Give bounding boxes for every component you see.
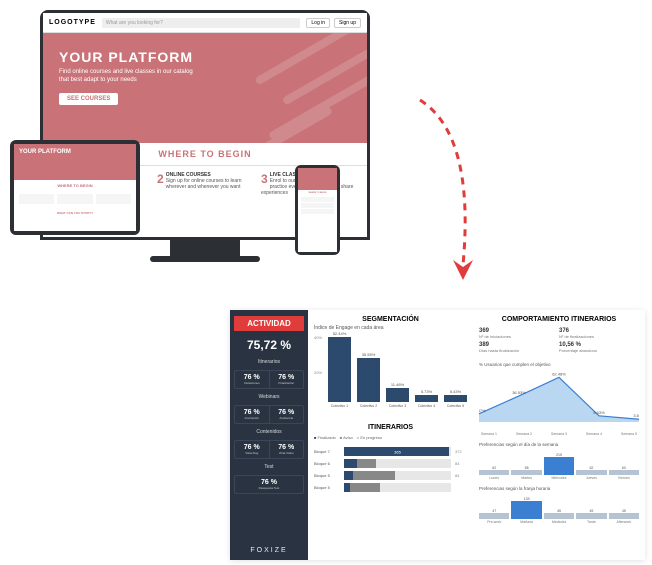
segmentacion-chart: 40% 20% 52.44%Colectivo 135.55%Colectivo… xyxy=(314,335,467,420)
tablet-frame: YOUR PLATFORM WHERE TO BEGIN WHAT CAN YO… xyxy=(10,140,140,235)
sec-test: 76 %Respuesta Test xyxy=(234,475,304,494)
mid-column: SEGMENTACIÓN Índice de Engage en cada ár… xyxy=(308,310,473,560)
sec-test-label: Test xyxy=(234,462,304,472)
dashboard: ACTIVIDAD 75,72 % Itinerarios 76 %Inicia… xyxy=(230,310,645,560)
seg-axis-40: 40% xyxy=(314,335,322,340)
sec-webinars-label: Webinars xyxy=(234,392,304,402)
signup-button[interactable]: Sign up xyxy=(334,18,361,28)
comport-title: COMPORTAMIENTO ITINERARIOS xyxy=(479,314,639,325)
search-input[interactable]: What are you looking for? xyxy=(102,18,301,28)
pref-dia-title: Preferencias según el día de la semana xyxy=(479,442,639,447)
actividad-main-pct: 75,72 % xyxy=(234,334,304,354)
pref-hora-title: Preferencias según la franja horaria xyxy=(479,486,639,491)
svg-text:11.47%: 11.47% xyxy=(479,408,486,413)
svg-text:36.53%: 36.53% xyxy=(512,390,526,395)
brand-foxize: FOXIZE xyxy=(234,541,304,554)
hero-title: YOUR PLATFORM xyxy=(59,49,351,65)
itinerarios-legend: Finalizado Aviso En progreso xyxy=(314,433,467,442)
segmentacion-title: SEGMENTACIÓN xyxy=(314,314,467,325)
itinerarios-title: ITINERARIOS xyxy=(314,422,467,433)
device-mockups: LOGOTYPE What are you looking for? Log i… xyxy=(10,10,410,300)
line-title: % Usuarios que cumplen el objetivo xyxy=(479,362,639,367)
metrics: 369Nº de Iniciaciones 376Nº de finalizac… xyxy=(479,328,639,356)
hero: YOUR PLATFORM Find online courses and li… xyxy=(43,33,367,143)
search-placeholder: What are you looking for? xyxy=(106,20,163,26)
see-courses-button[interactable]: SEE COURSES xyxy=(59,93,118,105)
sec-contenidos: 76 %Vista blog 76 %Vista Video xyxy=(234,440,304,459)
sec-itinerarios-label: Itinerarios xyxy=(234,357,304,367)
actividad-header: ACTIVIDAD xyxy=(234,316,304,331)
right-column: COMPORTAMIENTO ITINERARIOS 369Nº de Inic… xyxy=(473,310,645,560)
step-2: 2ONLINE COURSESSign up for online course… xyxy=(157,172,253,196)
svg-text:3.87%: 3.87% xyxy=(633,413,639,418)
arrow-icon xyxy=(415,95,485,295)
pref-hora-chart: 47Pre-work139Mañana45Mediodía45Tarde45Af… xyxy=(479,496,639,524)
monitor-stand xyxy=(170,240,240,258)
topbar: LOGOTYPE What are you looking for? Log i… xyxy=(43,13,367,33)
svg-text:8.63%: 8.63% xyxy=(593,410,605,415)
sec-contenidos-label: Contenidos xyxy=(234,427,304,437)
sec-itinerarios: 76 %Iniciaciones 76 %Finalización xyxy=(234,370,304,389)
itinerarios-chart: Bloque 7365372Bloque 684Bloque 584Bloque… xyxy=(314,444,467,495)
tablet-hero-title: YOUR PLATFORM xyxy=(19,149,131,155)
tablet-begin: WHERE TO BEGIN xyxy=(14,180,136,191)
phone-begin: WHERE TO BEGIN xyxy=(298,190,337,196)
line-chart: 11.47% 36.53% 62.48% 8.63% 3.87% xyxy=(479,372,639,427)
svg-text:62.48%: 62.48% xyxy=(552,372,566,376)
logo: LOGOTYPE xyxy=(49,19,96,26)
sec-webinars: 76 %Inscripción 76 %Asistencia xyxy=(234,405,304,424)
phone-frame: WHERE TO BEGIN xyxy=(295,165,340,255)
tablet-what: WHAT CAN YOU STUDY? xyxy=(14,207,136,215)
hero-subtitle: Find online courses and live classes in … xyxy=(59,69,199,85)
pref-dia-chart: 62Lunes58Martes215Miércoles62Jueves60Vie… xyxy=(479,452,639,480)
seg-axis-20: 20% xyxy=(314,370,322,375)
segmentacion-sub: Índice de Engage en cada área xyxy=(314,325,467,331)
login-button[interactable]: Log in xyxy=(306,18,330,28)
sidebar: ACTIVIDAD 75,72 % Itinerarios 76 %Inicia… xyxy=(230,310,308,560)
line-x-labels: Semana 1Semana 2Semana 3Semana 4Semana 5 xyxy=(479,432,639,436)
